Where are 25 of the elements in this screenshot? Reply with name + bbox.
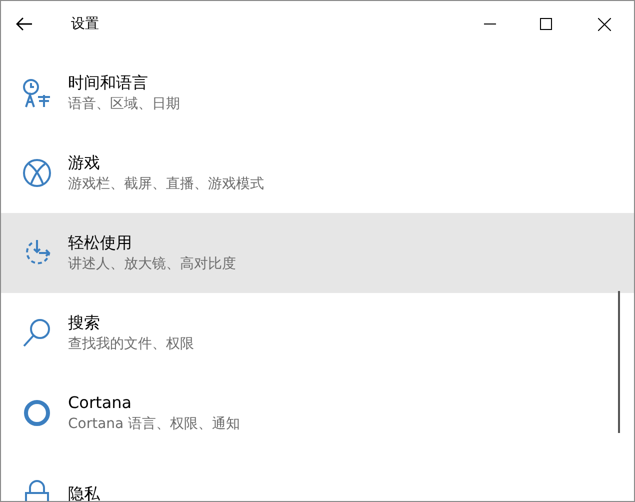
item-title: 轻松使用 — [68, 232, 133, 253]
item-subtitle: Cortana 语言、权限、通知 — [68, 415, 240, 434]
settings-item[interactable]: Cortana Cortana 语言、权限、通知 — [1, 373, 634, 453]
window-title: 设置 — [71, 15, 100, 33]
scrollbar-thumb[interactable] — [618, 291, 620, 433]
item-title: 搜索 — [68, 312, 101, 333]
item-subtitle: 语音、区域、日期 — [68, 95, 180, 114]
settings-item[interactable]: 隐私 — [1, 453, 634, 501]
item-title: 隐私 — [68, 482, 100, 501]
clock-language-icon — [20, 77, 52, 109]
item-title: Cortana — [68, 392, 133, 413]
item-subtitle: 查找我的文件、权限 — [68, 335, 194, 354]
item-title: 游戏 — [68, 152, 101, 173]
close-icon — [598, 18, 610, 30]
settings-item[interactable]: 轻松使用 讲述人、放大镜、高对比度 — [1, 213, 634, 293]
settings-item[interactable]: 搜索 查找我的文件、权限 — [1, 293, 634, 373]
item-subtitle: 游戏栏、截屏、直播、游戏模式 — [68, 175, 264, 194]
maximize-icon — [540, 18, 552, 30]
back-arrow-icon — [15, 16, 33, 32]
item-title: 时间和语言 — [68, 72, 149, 93]
search-icon — [20, 317, 52, 349]
settings-item[interactable]: 时间和语言 语音、区域、日期 — [1, 53, 634, 133]
item-subtitle: 讲述人、放大镜、高对比度 — [68, 255, 236, 274]
xbox-icon — [20, 157, 52, 189]
settings-item[interactable]: 游戏 游戏栏、截屏、直播、游戏模式 — [1, 133, 634, 213]
